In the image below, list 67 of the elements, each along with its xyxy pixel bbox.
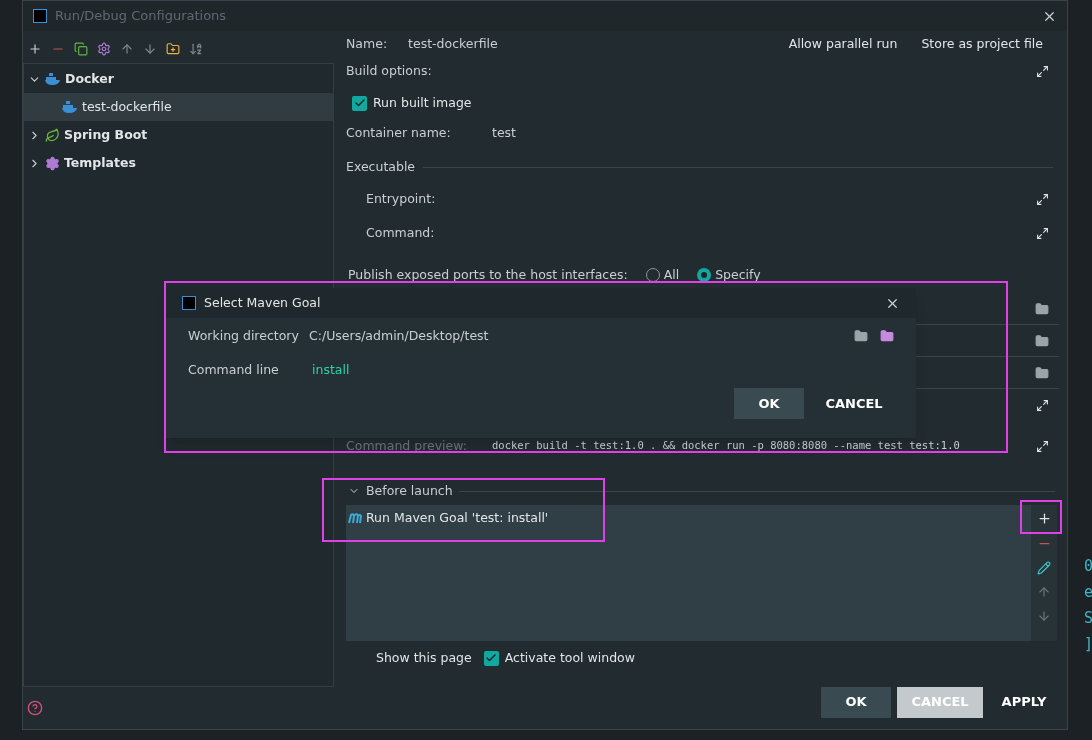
- name-value: test-dockerfile: [408, 34, 498, 53]
- apply-button[interactable]: APPLY: [989, 686, 1059, 718]
- whale-icon: [62, 100, 78, 114]
- expand-icon[interactable]: [1036, 439, 1049, 453]
- command-line-field[interactable]: install: [312, 360, 350, 380]
- arrow-down-icon[interactable]: [1037, 609, 1051, 623]
- radio-label: Specify: [715, 265, 761, 284]
- name-label: Name:: [346, 34, 388, 53]
- edit-icon[interactable]: [1037, 561, 1051, 575]
- expand-icon[interactable]: [1036, 64, 1049, 78]
- gear-icon: [45, 155, 60, 171]
- checkbox-label: Activate tool window: [504, 648, 635, 667]
- arrow-up-icon[interactable]: [1037, 585, 1051, 599]
- sort-icon[interactable]: [189, 42, 203, 56]
- allow-parallel-run-checkbox-label[interactable]: Allow parallel run: [788, 34, 898, 54]
- container-name-label: Container name:: [346, 123, 452, 142]
- highlight-frame: [1020, 500, 1062, 534]
- expand-icon[interactable]: [1036, 398, 1049, 412]
- settings-icon[interactable]: [97, 42, 111, 56]
- folder-icon[interactable]: [1035, 365, 1049, 380]
- working-directory-label: Working directory: [188, 326, 300, 345]
- command-preview-label: Command preview:: [346, 436, 469, 455]
- code-fragment: S: [1084, 608, 1092, 628]
- code-fragment: ]: [1084, 634, 1092, 654]
- task-item[interactable]: Run Maven Goal 'test: install': [346, 508, 1031, 528]
- code-fragment: 0: [1084, 556, 1092, 576]
- ok-button[interactable]: OK: [821, 686, 891, 718]
- section-title: Executable: [346, 157, 416, 176]
- maven-icon: [348, 512, 362, 524]
- tree-item[interactable]: test-dockerfile: [24, 93, 333, 121]
- container-name-value: test: [492, 123, 516, 142]
- copy-icon[interactable]: [74, 42, 88, 56]
- help-icon[interactable]: [27, 700, 43, 716]
- checkbox-label: Run built image: [373, 93, 472, 112]
- checkbox[interactable]: [483, 650, 499, 666]
- add-icon[interactable]: [28, 42, 42, 56]
- command-line-label: Command line: [188, 360, 280, 379]
- add-icon[interactable]: [1036, 511, 1052, 526]
- leaf-icon: [45, 127, 60, 143]
- folder-plus-icon[interactable]: [880, 329, 894, 343]
- ok-button[interactable]: OK: [734, 388, 804, 419]
- expand-icon[interactable]: [1036, 192, 1049, 206]
- checkbox[interactable]: [352, 95, 367, 111]
- apply-button[interactable]: CANCEL: [810, 388, 898, 419]
- radio-button[interactable]: [697, 268, 712, 282]
- dialog-title: Select Maven Goal: [204, 293, 321, 312]
- command-preview-value: docker build -t test:1.0 . && docker run -p 8080:8080 --name test test:1.0: [492, 438, 961, 454]
- command-label: Command:: [366, 223, 435, 242]
- store-as-project-file-label[interactable]: Store as project file: [921, 34, 1043, 54]
- build-options-label: Build options:: [346, 61, 432, 80]
- folder-icon[interactable]: [1035, 333, 1049, 348]
- tree-item[interactable]: Templates: [24, 149, 333, 177]
- section-title[interactable]: Before launch: [366, 481, 453, 501]
- publish-ports-label: Publish exposed ports to the host interfaces:: [348, 265, 628, 284]
- show-this-page-label: Show this page: [376, 648, 472, 667]
- window-title: Run/Debug Configurations: [55, 7, 227, 26]
- entrypoint-label: Entrypoint:: [366, 189, 436, 208]
- whale-icon: [45, 72, 61, 86]
- code-fragment: e: [1084, 582, 1092, 602]
- radio-label: All: [663, 265, 680, 284]
- expand-icon[interactable]: [1036, 226, 1049, 240]
- folder-icon[interactable]: [1035, 301, 1049, 316]
- tree-item[interactable]: Docker: [24, 65, 333, 93]
- folder-plus-icon[interactable]: [166, 42, 180, 56]
- tree-item[interactable]: Spring Boot: [24, 121, 333, 149]
- folder-icon[interactable]: [854, 329, 868, 343]
- working-directory-field[interactable]: C:/Users/admin/Desktop/test: [309, 326, 854, 346]
